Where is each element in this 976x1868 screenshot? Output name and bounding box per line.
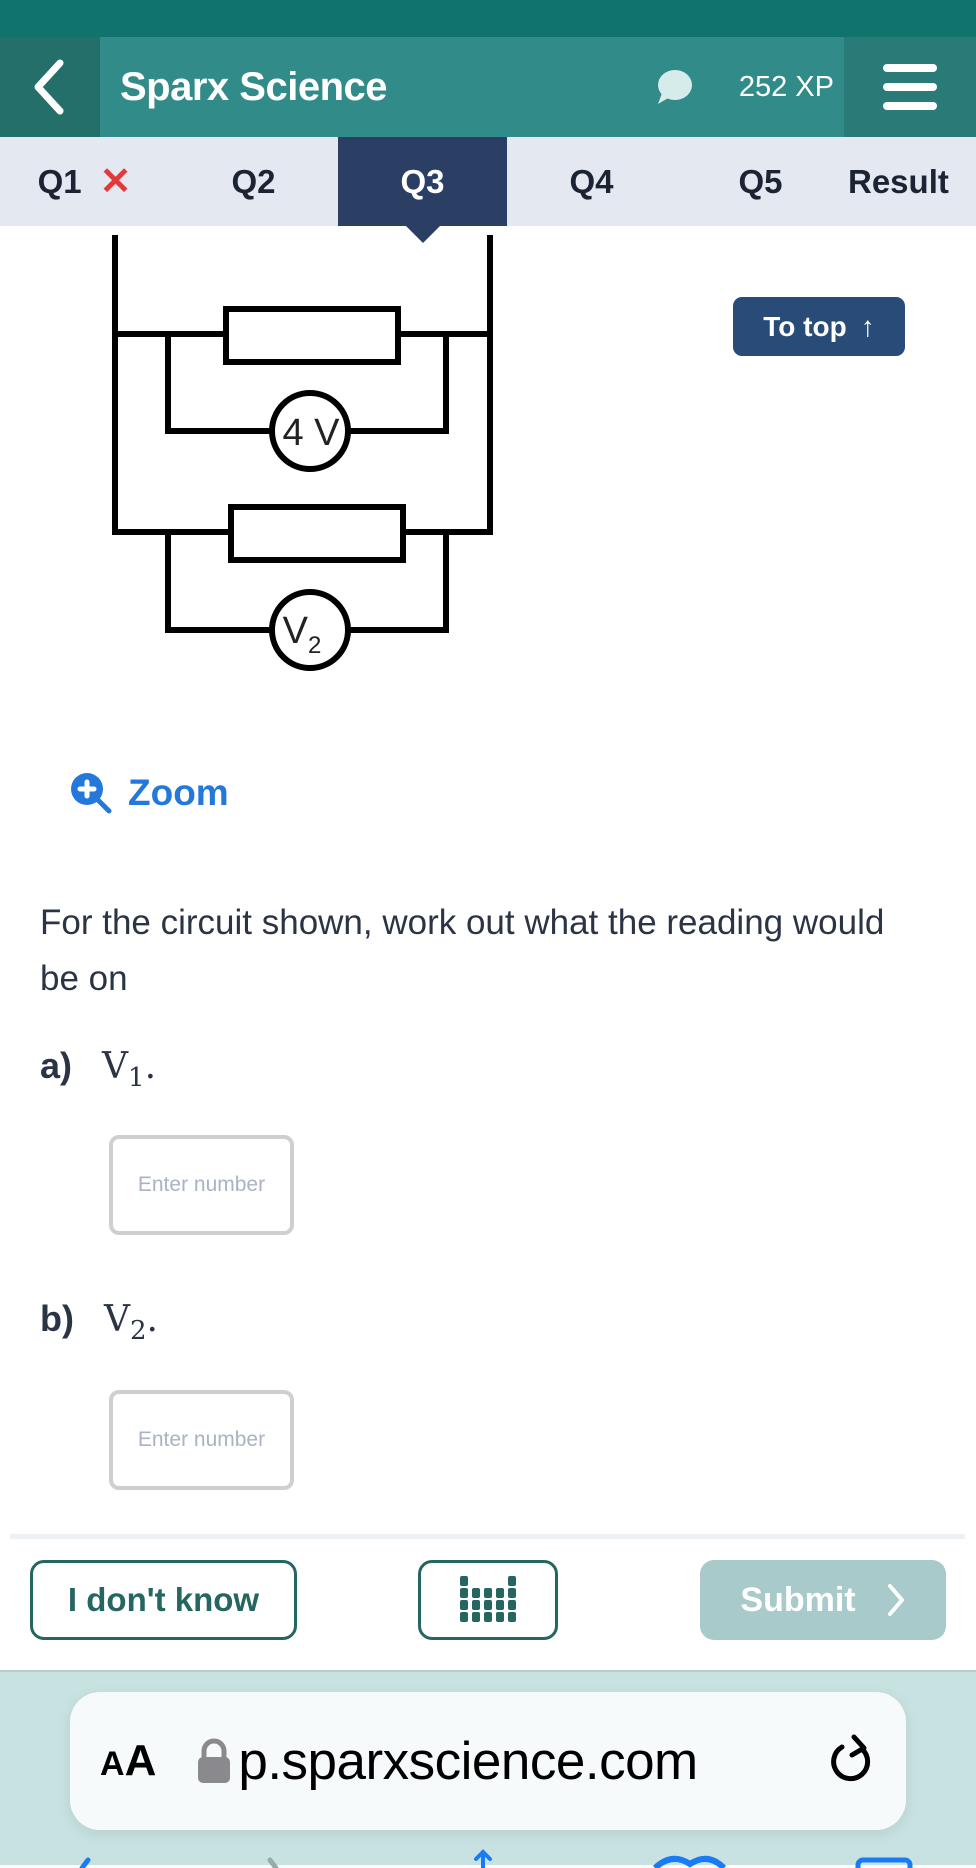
question-text: For the circuit shown, work out what the… [40, 903, 885, 998]
variable-suffix: . [146, 1299, 158, 1340]
tab-q5[interactable]: Q5 [676, 137, 845, 226]
voltmeter-top-label: 4 V [282, 412, 340, 454]
periodic-table-cell [496, 1600, 504, 1610]
periodic-table-cell [460, 1612, 468, 1622]
variable-symbol: V [103, 1299, 130, 1340]
variable-symbol: V [102, 1046, 129, 1087]
lock-icon [198, 1738, 231, 1783]
zoom-button[interactable]: Zoom [70, 772, 229, 814]
variable-suffix: . [144, 1046, 157, 1087]
to-top-button[interactable]: To top ↑ [733, 297, 905, 356]
tab-result[interactable]: Result [845, 137, 976, 226]
app-header: Sparx Science 252 XP [0, 37, 976, 137]
chevron-right-icon [887, 1584, 904, 1616]
periodic-table-cell [508, 1612, 516, 1622]
status-bar [0, 0, 976, 37]
tab-q1[interactable]: Q1 ✕ [0, 137, 169, 226]
tab-label: Q4 [569, 162, 614, 200]
chat-bubble-icon[interactable] [654, 67, 694, 107]
periodic-table-cell [508, 1600, 516, 1610]
tab-label: Q2 [231, 162, 276, 200]
periodic-table-cell [496, 1588, 504, 1598]
tab-label: Result [848, 162, 949, 200]
back-arrow-icon [79, 1857, 91, 1868]
address-bar[interactable]: AA p.sparxscience.com [70, 1692, 906, 1830]
tab-q4[interactable]: Q4 [507, 137, 676, 226]
tab-q2[interactable]: Q2 [169, 137, 338, 226]
variable-subscript: 2 [129, 1316, 147, 1347]
share-icon [474, 1849, 492, 1868]
resistor-top [223, 306, 401, 365]
resistor-bottom [228, 504, 406, 563]
tab-label: Q1 [37, 162, 82, 200]
app-title: Sparx Science [120, 64, 387, 109]
part-a: a) V1. [40, 1045, 156, 1093]
dont-know-button[interactable]: I don't know [30, 1560, 297, 1640]
forward-arrow-icon [267, 1857, 279, 1868]
periodic-table-cell [508, 1588, 516, 1598]
periodic-table-cell [484, 1600, 492, 1610]
tab-q3[interactable]: Q3 [338, 137, 507, 243]
browser-chrome: AA p.sparxscience.com [0, 1670, 976, 1868]
zoom-in-icon [71, 773, 112, 814]
periodic-table-cell [496, 1612, 504, 1622]
browser-toolbar [79, 1849, 913, 1868]
incorrect-icon: ✕ [99, 161, 132, 203]
periodic-table-cell [472, 1588, 480, 1598]
periodic-table-cell [472, 1600, 480, 1610]
tab-label: Q5 [738, 162, 783, 200]
zoom-label: Zoom [128, 772, 229, 813]
menu-button[interactable] [844, 37, 976, 137]
part-a-letter: a) [40, 1045, 73, 1086]
periodic-table-cell [472, 1612, 480, 1622]
bookmarks-icon [652, 1855, 727, 1868]
variable-subscript: 1 [128, 1063, 145, 1094]
periodic-table-cell [484, 1588, 492, 1598]
part-b-variable: V2. [104, 1299, 158, 1346]
aa-large: A [124, 1736, 157, 1785]
answer-input-a[interactable] [109, 1135, 294, 1235]
submit-button[interactable]: Submit [700, 1560, 946, 1640]
arrow-up-icon: ↑ [860, 310, 875, 342]
part-a-variable: V1. [102, 1046, 156, 1093]
tab-label: Q3 [400, 162, 445, 200]
part-b: b) V2. [40, 1298, 158, 1346]
periodic-table-cell [460, 1588, 468, 1598]
reload-icon[interactable] [828, 1733, 876, 1789]
tabs-icon [855, 1857, 913, 1868]
circuit-diagram: 4 V V2 [112, 235, 493, 671]
xp-counter: 252 XP [738, 70, 834, 103]
periodic-table-icon [460, 1576, 516, 1622]
voltmeter-v2-label: V [283, 610, 309, 652]
answer-input-b[interactable] [109, 1390, 294, 1490]
reader-settings-button[interactable]: AA [100, 1736, 156, 1786]
periodic-table-cell [484, 1612, 492, 1622]
submit-label: Submit [740, 1580, 856, 1619]
aa-small: A [100, 1745, 125, 1783]
part-b-letter: b) [40, 1298, 74, 1339]
to-top-label: To top [763, 310, 847, 342]
periodic-table-cell [460, 1600, 468, 1610]
back-button[interactable] [0, 37, 100, 137]
url-text: p.sparxscience.com [238, 1731, 698, 1791]
question-tabs: Q1 ✕ Q2 Q3 Q4 Q5 Result [0, 137, 976, 243]
hamburger-menu-icon [883, 64, 937, 110]
voltmeter-v2-subscript: 2 [308, 632, 321, 659]
periodic-table-cell [508, 1576, 516, 1586]
chevron-left-icon [34, 59, 64, 115]
periodic-table-button[interactable] [418, 1560, 558, 1640]
divider [10, 1534, 965, 1539]
periodic-table-cell [460, 1576, 468, 1586]
